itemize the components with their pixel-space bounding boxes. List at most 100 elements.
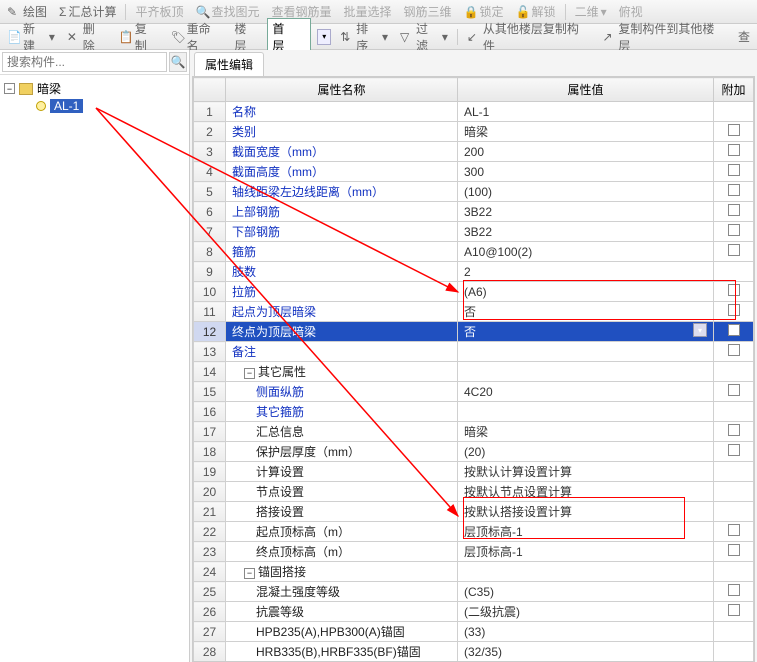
checkbox[interactable] (728, 144, 740, 156)
checkbox[interactable] (728, 344, 740, 356)
search-input[interactable] (2, 52, 167, 72)
separator (457, 29, 458, 45)
extra-cell (714, 502, 754, 522)
checkbox[interactable] (728, 524, 740, 536)
table-row[interactable]: 24−锚固搭接 (194, 562, 754, 582)
table-row[interactable]: 18保护层厚度（mm）(20) (194, 442, 754, 462)
filter-icon: ▽ (400, 30, 414, 44)
checkbox[interactable] (728, 444, 740, 456)
checkbox[interactable] (728, 604, 740, 616)
table-row[interactable]: 11起点为顶层暗梁否 (194, 302, 754, 322)
table-row[interactable]: 25混凝土强度等级(C35) (194, 582, 754, 602)
col-name[interactable]: 属性名称 (226, 78, 458, 102)
property-value-cell[interactable]: A10@100(2) (458, 242, 714, 262)
property-value-cell[interactable]: (100) (458, 182, 714, 202)
checkbox[interactable] (728, 584, 740, 596)
floor-dropdown-icon[interactable]: ▾ (317, 29, 331, 45)
checkbox[interactable] (728, 304, 740, 316)
property-name-cell: 混凝土强度等级 (226, 582, 458, 602)
checkbox[interactable] (728, 224, 740, 236)
property-value-cell[interactable]: (C35) (458, 582, 714, 602)
property-value-cell[interactable]: (33) (458, 622, 714, 642)
col-value[interactable]: 属性值 (458, 78, 714, 102)
table-row[interactable]: 3截面宽度（mm）200 (194, 142, 754, 162)
tree-root-label: 暗梁 (37, 80, 61, 97)
checkbox[interactable] (728, 384, 740, 396)
table-row[interactable]: 23终点顶标高（m）层顶标高-1 (194, 542, 754, 562)
table-row[interactable]: 2类别暗梁 (194, 122, 754, 142)
table-row[interactable]: 17汇总信息暗梁 (194, 422, 754, 442)
property-value-cell[interactable]: 层顶标高-1 (458, 522, 714, 542)
checkbox[interactable] (728, 184, 740, 196)
property-value-cell[interactable]: (A6) (458, 282, 714, 302)
property-value-cell[interactable]: AL-1 (458, 102, 714, 122)
table-row[interactable]: 5轴线距梁左边线距离（mm）(100) (194, 182, 754, 202)
checkbox[interactable] (728, 424, 740, 436)
col-extra[interactable]: 附加 (714, 78, 754, 102)
property-value-cell[interactable]: 按默认节点设置计算 (458, 482, 714, 502)
property-value-cell[interactable]: 层顶标高-1 (458, 542, 714, 562)
table-row[interactable]: 19计算设置按默认计算设置计算 (194, 462, 754, 482)
property-value-cell[interactable]: 200 (458, 142, 714, 162)
property-value-cell[interactable]: 300 (458, 162, 714, 182)
property-value-cell[interactable]: 按默认计算设置计算 (458, 462, 714, 482)
collapse-icon[interactable]: − (4, 83, 15, 94)
checkbox[interactable] (728, 284, 740, 296)
table-row[interactable]: 22起点顶标高（m）层顶标高-1 (194, 522, 754, 542)
property-value-cell[interactable]: 3B22 (458, 202, 714, 222)
table-row[interactable]: 27HPB235(A),HPB300(A)锚固(33) (194, 622, 754, 642)
table-row[interactable]: 10拉筋(A6) (194, 282, 754, 302)
search-button[interactable]: 🔍 (169, 52, 187, 72)
property-value-cell[interactable] (458, 562, 714, 582)
property-value-cell[interactable]: 暗梁 (458, 422, 714, 442)
row-number: 13 (194, 342, 226, 362)
table-row[interactable]: 28HRB335(B),HRBF335(BF)锚固(32/35) (194, 642, 754, 662)
table-row[interactable]: 1名称AL-1 (194, 102, 754, 122)
dropdown-icon[interactable]: ▾ (693, 323, 707, 337)
table-row[interactable]: 26抗震等级(二级抗震) (194, 602, 754, 622)
row-number: 12 (194, 322, 226, 342)
checkbox[interactable] (728, 544, 740, 556)
extra-cell (714, 602, 754, 622)
property-value-cell[interactable]: 暗梁 (458, 122, 714, 142)
tree-child-node[interactable]: AL-1 (4, 98, 185, 114)
table-row[interactable]: 7下部钢筋3B22 (194, 222, 754, 242)
property-value-cell[interactable]: 否▾ (458, 322, 714, 342)
property-value-cell[interactable]: (20) (458, 442, 714, 462)
row-number: 17 (194, 422, 226, 442)
find-button[interactable]: 查 (735, 27, 753, 46)
checkbox[interactable] (728, 124, 740, 136)
table-row[interactable]: 13备注 (194, 342, 754, 362)
table-row[interactable]: 6上部钢筋3B22 (194, 202, 754, 222)
tree-root-node[interactable]: − 暗梁 (4, 79, 185, 98)
table-row[interactable]: 15侧面纵筋4C20 (194, 382, 754, 402)
checkbox[interactable] (728, 244, 740, 256)
property-value-cell[interactable] (458, 342, 714, 362)
property-value-cell[interactable] (458, 402, 714, 422)
row-number: 26 (194, 602, 226, 622)
property-value-cell[interactable]: 否 (458, 302, 714, 322)
group-collapse-icon[interactable]: − (244, 368, 255, 379)
table-row[interactable]: 4截面高度（mm）300 (194, 162, 754, 182)
table-row[interactable]: 8箍筋A10@100(2) (194, 242, 754, 262)
property-value-cell[interactable]: (32/35) (458, 642, 714, 662)
table-row[interactable]: 20节点设置按默认节点设置计算 (194, 482, 754, 502)
table-row[interactable]: 9肢数2 (194, 262, 754, 282)
property-value-cell[interactable]: 4C20 (458, 382, 714, 402)
property-value-cell[interactable]: 2 (458, 262, 714, 282)
checkbox[interactable] (728, 204, 740, 216)
checkbox[interactable] (728, 324, 740, 336)
group-collapse-icon[interactable]: − (244, 568, 255, 579)
table-row[interactable]: 14−其它属性 (194, 362, 754, 382)
table-row[interactable]: 12终点为顶层暗梁否▾ (194, 322, 754, 342)
checkbox[interactable] (728, 164, 740, 176)
property-value-cell[interactable]: (二级抗震) (458, 602, 714, 622)
property-value-cell[interactable]: 按默认搭接设置计算 (458, 502, 714, 522)
row-number: 7 (194, 222, 226, 242)
table-row[interactable]: 16其它箍筋 (194, 402, 754, 422)
property-value-cell[interactable] (458, 362, 714, 382)
table-row[interactable]: 21搭接设置按默认搭接设置计算 (194, 502, 754, 522)
tab-property-edit[interactable]: 属性编辑 (194, 52, 264, 76)
col-rownum[interactable] (194, 78, 226, 102)
property-value-cell[interactable]: 3B22 (458, 222, 714, 242)
